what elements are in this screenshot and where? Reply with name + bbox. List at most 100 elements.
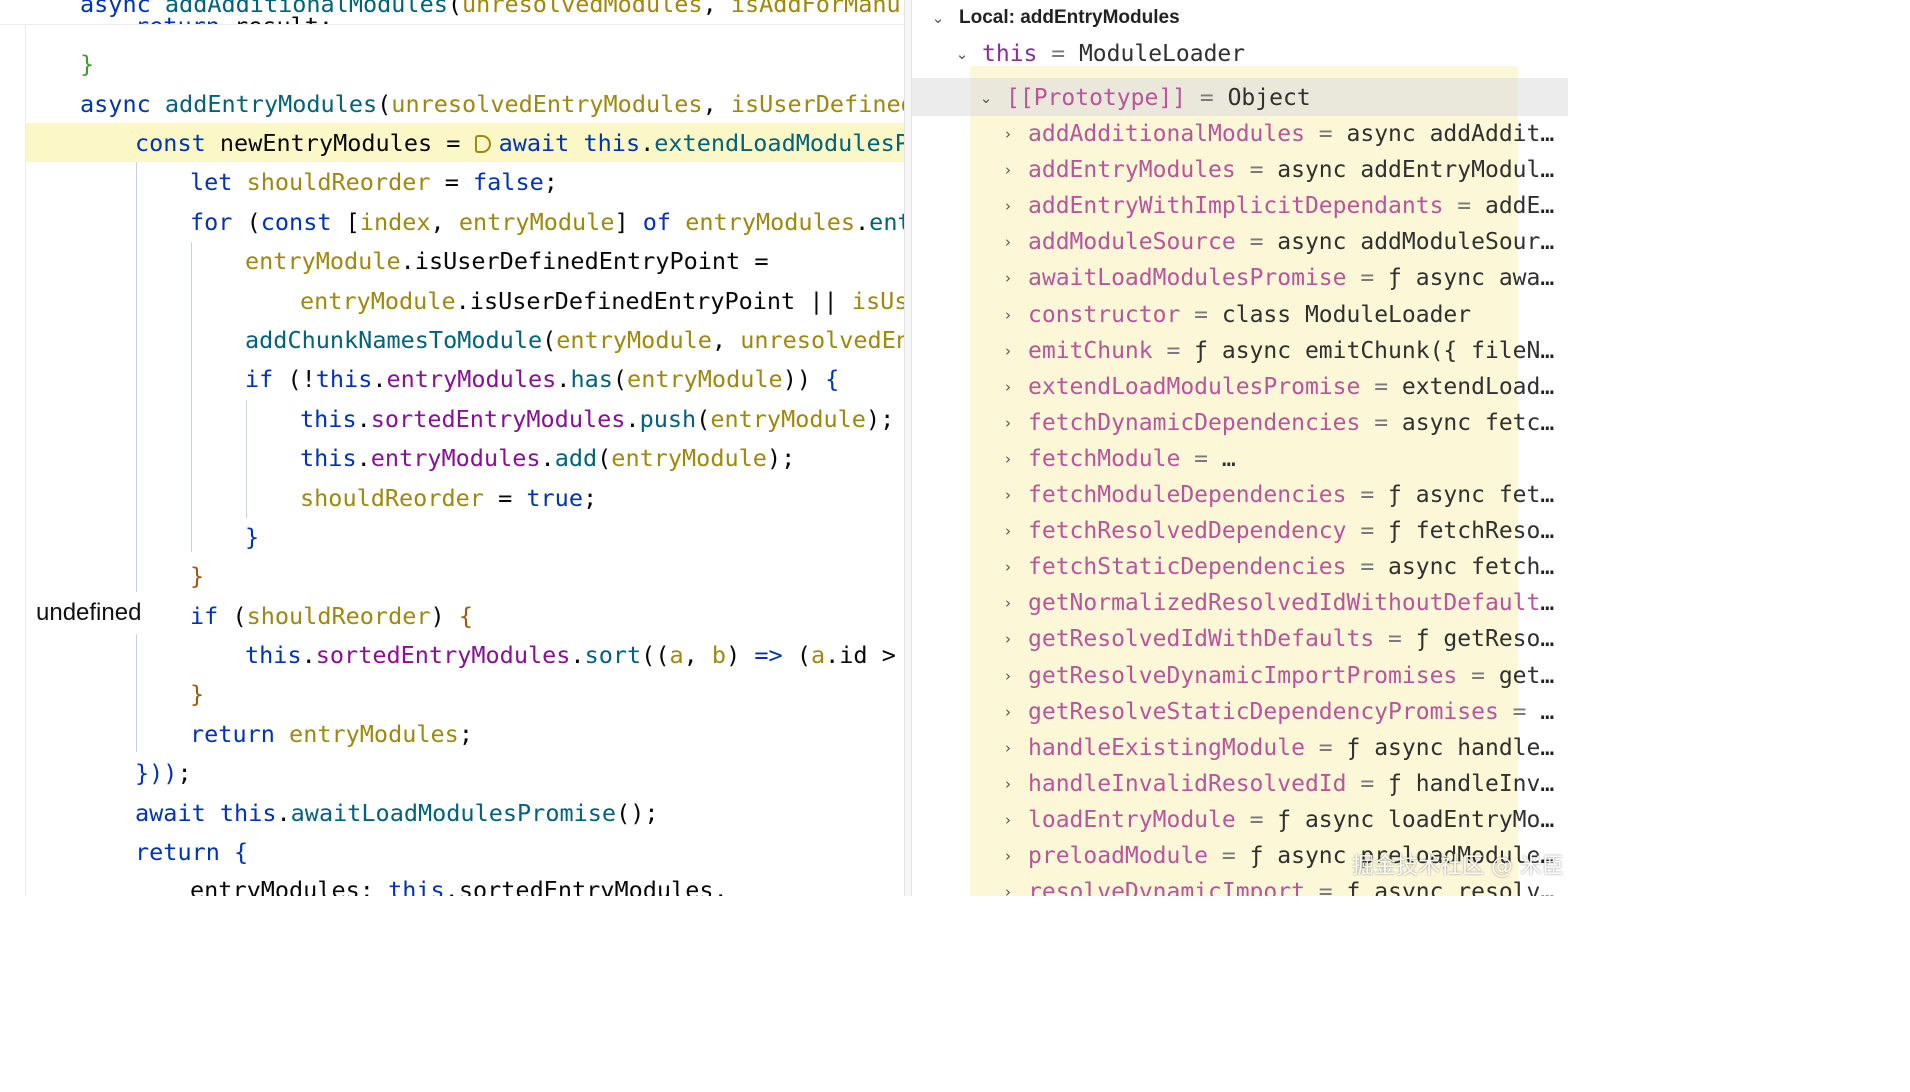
code-line[interactable]: }	[190, 556, 204, 596]
property-value: ƒ handleInvalid…	[1388, 770, 1564, 797]
chevron-right-icon[interactable]: ›	[1000, 333, 1016, 369]
chevron-down-icon[interactable]: ⌄	[930, 0, 946, 36]
property-value: async fetchStat…	[1388, 554, 1564, 581]
indent-guide	[246, 400, 247, 518]
code-line[interactable]: if (!this.entryModules.has(entryModule))…	[245, 359, 839, 399]
chevron-right-icon[interactable]: ›	[1000, 802, 1016, 838]
chevron-right-icon[interactable]: ›	[1000, 224, 1016, 260]
pane-splitter[interactable]	[904, 0, 912, 896]
var-value: Object	[1227, 85, 1311, 111]
code-line[interactable]: return {	[135, 832, 248, 872]
property-name: getResolveStaticDependencyPromises	[1028, 698, 1499, 725]
code-line[interactable]: addChunkNamesToModule(entryModule, unres…	[245, 320, 904, 360]
code-line[interactable]: entryModule.isUserDefinedEntryPoint =	[245, 241, 769, 281]
property-name: awaitLoadModulesPromise	[1028, 265, 1347, 292]
code-line[interactable]: entryModules: this.sortedEntryModules,	[190, 870, 728, 896]
property-name: loadEntryModule	[1028, 806, 1236, 833]
property-value: getReso…	[1498, 662, 1564, 689]
property-name: fetchResolvedDependency	[1028, 518, 1347, 545]
chevron-right-icon[interactable]: ›	[1000, 405, 1016, 441]
code-line[interactable]: this.sortedEntryModules.sort((a, b) => (…	[245, 635, 904, 675]
code-line[interactable]: this.sortedEntryModules.push(entryModule…	[300, 399, 894, 439]
hover-value-tooltip: undefined	[28, 592, 150, 634]
property-value: …	[1221, 445, 1236, 472]
code-line[interactable]: for (const [index, entryModule] of entry…	[190, 202, 904, 242]
chevron-right-icon[interactable]: ›	[1000, 116, 1016, 152]
chevron-right-icon[interactable]: ›	[1000, 874, 1016, 896]
chevron-right-icon[interactable]: ›	[1000, 621, 1016, 657]
property-value: ƒ async loadEntryModule…	[1277, 806, 1564, 833]
property-name: getResolvedIdWithDefaults	[1028, 626, 1375, 653]
property-value: ƒ async handleExis…	[1346, 734, 1565, 761]
debugger-scope-pane[interactable]: ⌄ Local: addEntryModules ⌄ this = Module…	[912, 0, 1568, 896]
chevron-right-icon[interactable]: ›	[1000, 838, 1016, 874]
code-line[interactable]: }));	[135, 753, 192, 793]
chevron-down-icon[interactable]: ⌄	[978, 80, 994, 116]
property-name: constructor	[1028, 301, 1181, 328]
chevron-right-icon[interactable]: ›	[1000, 152, 1016, 188]
chevron-right-icon[interactable]: ›	[1000, 730, 1016, 766]
property-name: addEntryModules	[1028, 157, 1236, 184]
property-value: addEntry…	[1484, 193, 1564, 220]
property-name: handleInvalidResolvedId	[1028, 770, 1347, 797]
chevron-right-icon[interactable]: ›	[1000, 766, 1016, 802]
code-line[interactable]: await this.awaitLoadModulesPromise();	[135, 793, 659, 833]
code-line[interactable]: }	[190, 674, 204, 714]
property-name: preloadModule	[1028, 843, 1209, 869]
property-name: fetchDynamicDependencies	[1028, 409, 1361, 436]
property-name: emitChunk	[1028, 337, 1153, 364]
var-name: [[Prototype]]	[1006, 85, 1187, 111]
var-name: this	[982, 41, 1038, 67]
property-name: handleExistingModule	[1028, 734, 1305, 761]
var-value: ModuleLoader	[1078, 41, 1246, 67]
property-name: fetchModuleDependencies	[1028, 482, 1347, 508]
property-value: ƒ async resolveDyn…	[1346, 879, 1565, 896]
chevron-right-icon[interactable]: ›	[1000, 441, 1016, 477]
code-line[interactable]: }	[80, 44, 94, 84]
property-value: class ModuleLoader	[1221, 301, 1472, 328]
code-line[interactable]: this.entryModules.add(entryModule);	[300, 438, 795, 478]
chevron-right-icon[interactable]: ›	[1000, 369, 1016, 405]
chevron-down-icon[interactable]: ⌄	[954, 36, 970, 72]
code-line[interactable]: }	[245, 517, 259, 557]
property-value: ƒ fetchResolved…	[1388, 518, 1564, 545]
code-line[interactable]: if (shouldReorder) {	[190, 596, 473, 636]
property-name: resolveDynamicImport	[1028, 879, 1305, 896]
property-value: ƒ async awaitLo…	[1388, 265, 1564, 292]
property-value: async addEntryModules(u…	[1277, 157, 1564, 184]
chevron-right-icon[interactable]: ›	[1000, 260, 1016, 296]
code-line[interactable]: async addEntryModules(unresolvedEntryMod…	[80, 84, 904, 124]
property-value: ƒ async emitChunk({ fileName,…	[1194, 337, 1564, 364]
code-line[interactable]: entryModule.isUserDefinedEntryPoint || i…	[300, 281, 904, 321]
property-name: addEntryWithImplicitDependants	[1028, 193, 1444, 220]
code-line[interactable]: let shouldReorder = false;	[190, 162, 558, 202]
chevron-right-icon[interactable]: ›	[1000, 549, 1016, 585]
chevron-right-icon[interactable]: ›	[1000, 477, 1016, 513]
property-name: fetchStaticDependencies	[1028, 554, 1347, 581]
property-name: getResolveDynamicImportPromises	[1028, 662, 1458, 689]
chevron-right-icon[interactable]: ›	[1000, 585, 1016, 621]
editor-gutter-edge	[25, 24, 26, 896]
property-value: async addAdditiona…	[1346, 121, 1565, 147]
chevron-right-icon[interactable]: ›	[1000, 694, 1016, 730]
property-name: fetchModule	[1028, 445, 1181, 472]
code-line[interactable]: shouldReorder = true;	[300, 478, 597, 518]
property-name: getNormalizedResolvedIdWithoutDefaults	[1028, 590, 1555, 617]
watermark-text: 掘金技术社区 @ 米臣	[1352, 854, 1564, 879]
chevron-right-icon[interactable]: ›	[1000, 658, 1016, 694]
code-line-current[interactable]: const newEntryModules = await this.exten…	[135, 123, 904, 163]
inline-breakpoint-icon[interactable]	[474, 135, 491, 153]
code-line[interactable]: return entryModules;	[190, 714, 473, 754]
code-line[interactable]: return result;	[135, 6, 333, 24]
property-value: async fetchDyn…	[1401, 409, 1564, 436]
property-value: async addModuleSource(i…	[1277, 229, 1564, 256]
property-value: ƒ async fetchMo…	[1388, 482, 1564, 508]
property-name: extendLoadModulesPromise	[1028, 373, 1361, 400]
property-name: addAdditionalModules	[1028, 121, 1305, 147]
code-editor[interactable]: async addAdditionalModules(unresolvedMod…	[0, 0, 904, 896]
chevron-right-icon[interactable]: ›	[1000, 513, 1016, 549]
chevron-right-icon[interactable]: ›	[1000, 188, 1016, 224]
chevron-right-icon[interactable]: ›	[1000, 297, 1016, 333]
editor-divider	[0, 24, 904, 25]
property-value: extendLoadModu…	[1401, 373, 1564, 400]
